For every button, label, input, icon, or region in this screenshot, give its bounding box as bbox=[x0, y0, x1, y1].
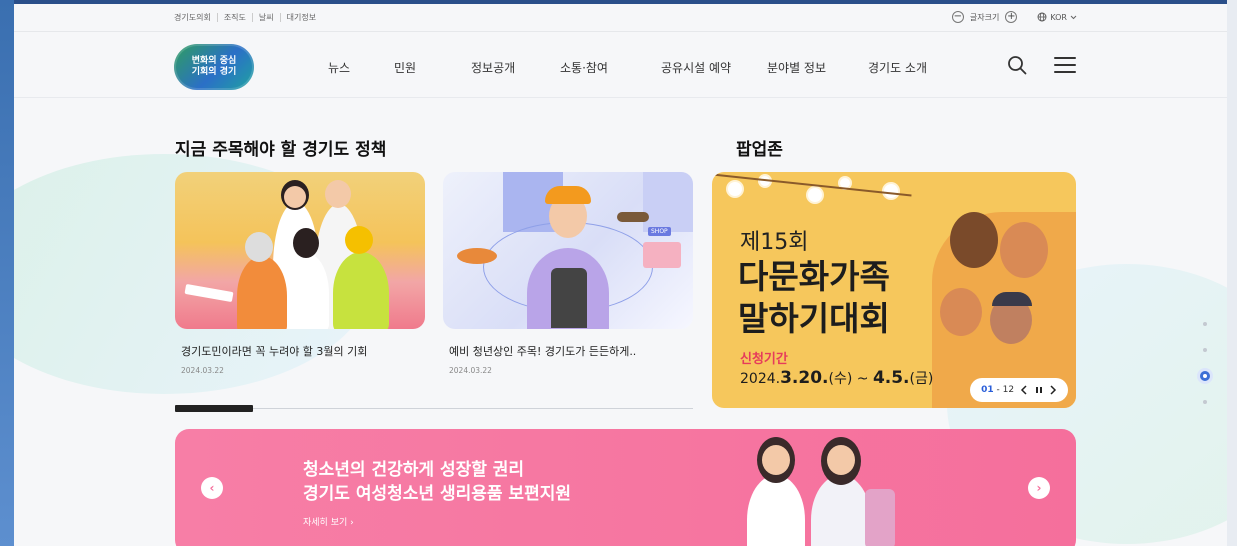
utility-link-weather[interactable]: 날씨 bbox=[253, 13, 281, 22]
policy-card-caption-1[interactable]: 경기도민이라면 꼭 누려야 할 3월의 기회 bbox=[181, 343, 367, 359]
utility-links: 경기도의회 조직도 날씨 대기정보 bbox=[174, 13, 322, 22]
chevron-down-icon bbox=[1070, 15, 1077, 19]
section-dot-3-active[interactable] bbox=[1200, 371, 1210, 381]
nav-item-news[interactable]: 뉴스 bbox=[328, 59, 350, 76]
logo-line-2: 기회의 경기 bbox=[191, 67, 237, 77]
popup-section-title: 팝업존 bbox=[736, 140, 783, 160]
utility-link-org-chart[interactable]: 조직도 bbox=[218, 13, 253, 22]
utility-link-air-quality[interactable]: 대기정보 bbox=[281, 13, 322, 22]
utility-link-council[interactable]: 경기도의회 bbox=[174, 13, 218, 22]
utility-bar: 경기도의회 조직도 날씨 대기정보 − 글자크기 + KOR bbox=[14, 4, 1227, 32]
policy-slider-progress[interactable] bbox=[175, 405, 253, 412]
section-dot-1[interactable] bbox=[1203, 322, 1207, 326]
banner-more-link[interactable]: 자세히 보기 › bbox=[303, 515, 354, 528]
globe-icon bbox=[1037, 12, 1047, 22]
popup-headline-line-2: 말하기대회 bbox=[738, 299, 890, 338]
popup-period-label: 신청기간 bbox=[740, 352, 788, 367]
font-size-label: 글자크기 bbox=[969, 12, 1000, 22]
popup-headline-line-1: 다문화가족 bbox=[738, 257, 890, 296]
nav-item-about[interactable]: 경기도 소개 bbox=[868, 59, 927, 76]
font-decrease-button[interactable]: − bbox=[951, 11, 964, 23]
font-increase-button[interactable]: + bbox=[1005, 11, 1018, 23]
language-selector[interactable]: KOR bbox=[1037, 12, 1077, 22]
popup-period: 2024.3.20.(수) ~ 4.5.(금) bbox=[740, 368, 934, 388]
nav-item-field-info[interactable]: 분야별 정보 bbox=[767, 59, 826, 76]
nav-item-information[interactable]: 정보공개 bbox=[471, 59, 515, 76]
pause-icon[interactable] bbox=[1035, 385, 1043, 395]
policy-card-image-2[interactable]: SHOP bbox=[443, 172, 693, 329]
window-left-edge bbox=[0, 0, 14, 546]
policy-card-image-1[interactable] bbox=[175, 172, 425, 329]
policy-section-title: 지금 주목해야 할 경기도 정책 bbox=[175, 140, 387, 160]
popup-headline: 다문화가족 말하기대회 bbox=[738, 256, 890, 340]
policy-card-date-1: 2024.03.22 bbox=[181, 366, 224, 375]
shop-tag: SHOP bbox=[648, 227, 671, 236]
section-dot-2[interactable] bbox=[1203, 348, 1207, 352]
window-right-edge bbox=[1227, 0, 1237, 546]
logo-line-1: 변화의 중심 bbox=[191, 56, 237, 66]
popup-edition: 제15회 bbox=[740, 230, 809, 255]
banner-line-1: 청소년의 건강하게 성장할 권리 bbox=[303, 460, 525, 480]
policy-card-caption-2[interactable]: 예비 청년상인 주목! 경기도가 든든하게.. bbox=[449, 343, 636, 359]
search-icon[interactable] bbox=[1006, 54, 1028, 76]
nav-item-civil-complaint[interactable]: 민원 bbox=[394, 59, 416, 76]
nav-item-participation[interactable]: 소통·참여 bbox=[560, 59, 608, 76]
page: 경기도의회 조직도 날씨 대기정보 − 글자크기 + KOR 변화의 중심 기회… bbox=[14, 4, 1227, 546]
banner-prev-button[interactable]: ‹ bbox=[201, 477, 223, 499]
promo-banner[interactable]: 청소년의 건강하게 성장할 권리 경기도 여성청소년 생리용품 보편지원 자세히… bbox=[175, 429, 1076, 546]
utility-controls: − 글자크기 + KOR bbox=[951, 11, 1077, 23]
banner-next-button[interactable]: › bbox=[1028, 477, 1050, 499]
chevron-left-icon[interactable] bbox=[1020, 385, 1028, 395]
main-header: 변화의 중심 기회의 경기 뉴스 민원 정보공개 소통·참여 공유시설 예약 분… bbox=[14, 32, 1227, 98]
section-dot-4[interactable] bbox=[1203, 400, 1207, 404]
chevron-right-icon: › bbox=[350, 518, 354, 528]
menu-icon[interactable] bbox=[1054, 57, 1076, 73]
popup-counter: 01 - 12 bbox=[981, 385, 1015, 395]
banner-line-2: 경기도 여성청소년 생리용품 보편지원 bbox=[303, 484, 571, 504]
language-label: KOR bbox=[1050, 12, 1067, 22]
popup-banner[interactable]: 제15회 다문화가족 말하기대회 신청기간 2024.3.20.(수) ~ 4.… bbox=[712, 172, 1076, 408]
popup-slider-controls: 01 - 12 bbox=[970, 378, 1068, 402]
chevron-right-icon[interactable] bbox=[1049, 385, 1057, 395]
site-logo[interactable]: 변화의 중심 기회의 경기 bbox=[174, 44, 254, 90]
policy-card-date-2: 2024.03.22 bbox=[449, 366, 492, 375]
popup-counter-current: 01 bbox=[981, 385, 994, 395]
popup-counter-total: 12 bbox=[1002, 385, 1015, 395]
nav-item-facility-booking[interactable]: 공유시설 예약 bbox=[661, 59, 731, 76]
